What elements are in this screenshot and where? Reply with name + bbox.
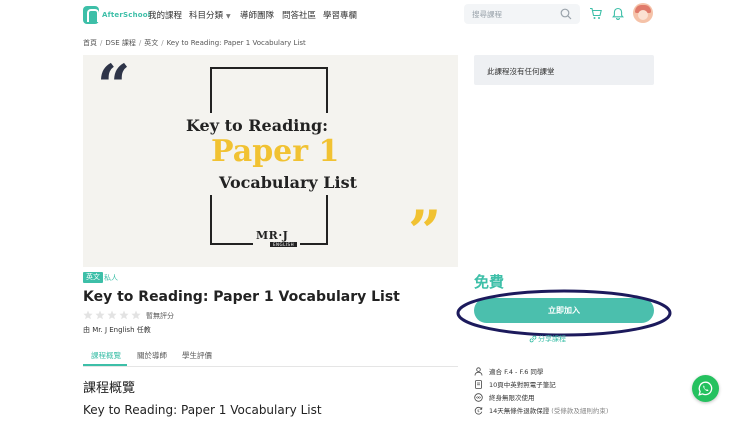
subject-tag[interactable]: 英文 <box>83 272 103 283</box>
cover-line-1: Key to Reading: <box>186 116 329 135</box>
search-icon[interactable] <box>560 8 572 20</box>
breadcrumb-dse[interactable]: DSE 課程 <box>105 39 135 47</box>
star-icon <box>119 310 129 320</box>
cart-icon[interactable] <box>589 7 602 20</box>
top-header: AfterSchool 我的課程 科目分類 ▼ 導師團隊 問答社區 學習專欄 搜尋… <box>0 0 737 32</box>
infinity-icon <box>474 392 483 402</box>
logo-icon <box>83 6 99 24</box>
logo[interactable]: AfterSchool <box>83 6 150 24</box>
feature-text: 適合 F.4 - F.6 同學 <box>489 368 544 376</box>
cover-brand-name: MR·J <box>256 229 289 242</box>
feature-item: 終身無限次使用 <box>474 391 535 403</box>
tab-overview[interactable]: 課程概覽 <box>91 350 121 361</box>
nav-subjects-label: 科目分類 <box>189 11 224 21</box>
breadcrumb-separator: / <box>100 39 103 47</box>
cover-brand-sub: ENGLISH <box>270 242 298 247</box>
nav-blog[interactable]: 學習專欄 <box>323 9 357 21</box>
chevron-down-icon: ▼ <box>226 13 231 20</box>
feature-item: $ 14天無條件退款保證 (受條款及細則約束) <box>474 404 608 416</box>
refund-icon: $ <box>474 406 483 415</box>
breadcrumb-english[interactable]: 英文 <box>144 39 158 47</box>
course-cover-image: “ Key to Reading: Paper 1 Vocabulary Lis… <box>83 55 458 267</box>
star-icon <box>83 310 93 320</box>
privacy-tag: 私人 <box>104 274 118 282</box>
nav-subjects[interactable]: 科目分類 ▼ <box>189 9 231 21</box>
whatsapp-icon <box>698 381 713 396</box>
feature-note[interactable]: (受條款及細則約束) <box>551 405 608 415</box>
feature-item: 10頁中英對照電子筆記 <box>474 378 556 390</box>
star-icon <box>95 310 105 320</box>
rating-stars <box>83 310 143 320</box>
search-box[interactable]: 搜尋課程 <box>464 4 580 24</box>
cover-brand: MR·J ENGLISH <box>253 229 301 247</box>
breadcrumb-separator: / <box>161 39 164 47</box>
breadcrumb-home[interactable]: 首頁 <box>83 39 97 47</box>
section-course-title: Key to Reading: Paper 1 Vocabulary List <box>83 403 322 417</box>
course-tabs: 課程概覽 關於導師 學生評價 <box>83 345 458 367</box>
cover-line-2: Paper 1 <box>211 134 340 169</box>
avatar-face <box>638 10 648 20</box>
nav-community[interactable]: 問答社區 <box>282 9 316 21</box>
course-title: Key to Reading: Paper 1 Vocabulary List <box>83 289 400 305</box>
star-icon <box>107 310 117 320</box>
star-icon <box>131 310 141 320</box>
section-heading: 課程概覽 <box>83 381 136 396</box>
person-icon <box>474 366 483 376</box>
breadcrumb-current: Key to Reading: Paper 1 Vocabulary List <box>166 39 306 47</box>
bell-icon[interactable] <box>612 7 624 20</box>
cover-line-3: Vocabulary List <box>219 173 358 192</box>
breadcrumb: 首頁 / DSE 課程 / 英文 / Key to Reading: Paper 1 Voc… <box>83 38 306 48</box>
active-tab-indicator <box>83 364 127 366</box>
share-icon[interactable] <box>529 335 537 343</box>
rating-text: 暫無評分 <box>146 312 174 320</box>
whatsapp-button[interactable] <box>692 375 719 402</box>
feature-text: 14天無條件退款保證 <box>489 407 550 415</box>
annotation-oval <box>456 289 672 337</box>
nav-tutors[interactable]: 導師團隊 <box>240 9 274 21</box>
no-lessons-notice: 此課程沒有任何課堂 <box>474 55 654 85</box>
logo-text: AfterSchool <box>102 11 151 19</box>
share-course-link[interactable]: 分享課程 <box>538 334 566 344</box>
open-quote-icon: “ <box>97 55 131 120</box>
tab-reviews[interactable]: 學生評價 <box>182 350 212 361</box>
tab-about-tutor[interactable]: 關於導師 <box>137 350 167 361</box>
feature-text: 10頁中英對照電子筆記 <box>489 381 556 389</box>
instructor-line[interactable]: 由 Mr. J English 任教 <box>83 325 151 335</box>
svg-text:$: $ <box>477 408 480 413</box>
close-quote-icon: ” <box>408 198 442 266</box>
feature-text: 終身無限次使用 <box>489 394 535 402</box>
search-input[interactable]: 搜尋課程 <box>472 9 560 20</box>
feature-item: 適合 F.4 - F.6 同學 <box>474 365 543 377</box>
document-icon <box>475 379 482 389</box>
nav-my-courses[interactable]: 我的課程 <box>148 9 182 21</box>
avatar[interactable] <box>633 3 653 23</box>
breadcrumb-separator: / <box>138 39 142 47</box>
